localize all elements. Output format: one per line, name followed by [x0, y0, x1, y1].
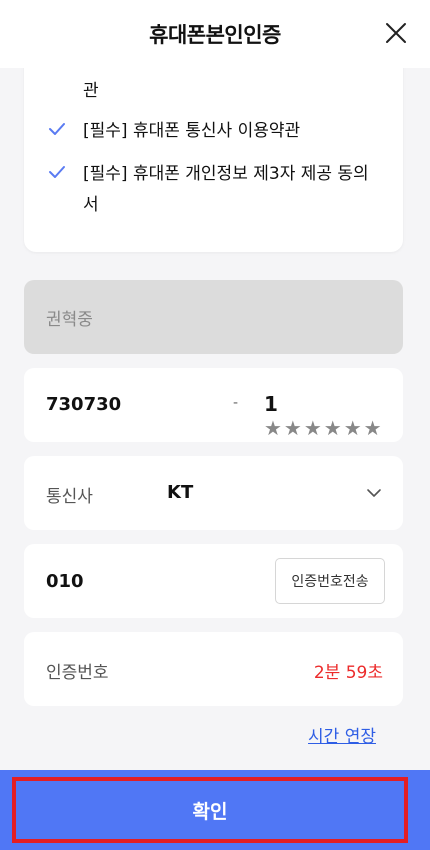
close-icon[interactable]	[384, 21, 408, 45]
rrn-back: 1 ★★★★★★	[264, 392, 403, 440]
verification-code-field[interactable]: 인증번호 2분 59초	[24, 632, 403, 706]
phone-value: 010	[46, 571, 84, 592]
extend-time-link[interactable]: 시간 연장	[308, 722, 376, 747]
term-item-carrier[interactable]: [필수] 휴대폰 통신사 이용약관	[48, 116, 383, 147]
term-item-label: [필수] 휴대폰 통신사 이용약관	[83, 121, 301, 141]
send-code-button[interactable]: 인증번호전송	[275, 558, 385, 604]
rrn-back-first: 1	[264, 392, 280, 416]
carrier-label: 통신사	[46, 487, 93, 507]
name-value: 권혁중	[46, 309, 93, 330]
phone-field[interactable]: 010 인증번호전송	[24, 544, 403, 618]
rrn-dash: -	[233, 395, 239, 411]
rrn-back-mask: ★★★★★★	[264, 416, 384, 440]
chevron-down-icon	[367, 489, 381, 497]
check-icon	[49, 123, 65, 135]
term-fragment: 관	[83, 81, 99, 101]
check-icon	[49, 166, 65, 178]
term-item-label: [필수] 휴대폰 개인정보 제3자 제공 동의서	[83, 164, 369, 215]
timer: 2분 59초	[313, 663, 383, 683]
term-item-privacy[interactable]: [필수] 휴대폰 개인정보 제3자 제공 동의서	[48, 159, 383, 221]
carrier-select[interactable]: 통신사 KT	[24, 456, 403, 530]
confirm-button[interactable]: 확인	[12, 777, 408, 843]
page-title: 휴대폰본인인증	[149, 23, 281, 47]
name-field: 권혁중	[24, 280, 403, 354]
confirm-bar: 확인	[0, 770, 430, 850]
code-label: 인증번호	[46, 663, 109, 683]
resident-number-field[interactable]: 730730 - 1 ★★★★★★	[24, 368, 403, 442]
rrn-front: 730730	[46, 394, 122, 415]
carrier-value: KT	[167, 482, 194, 503]
header: 휴대폰본인인증	[0, 0, 430, 68]
terms-card: 관 [필수] 휴대폰 통신사 이용약관 [필수] 휴대폰 개인정보 제3자 제공…	[24, 64, 403, 252]
